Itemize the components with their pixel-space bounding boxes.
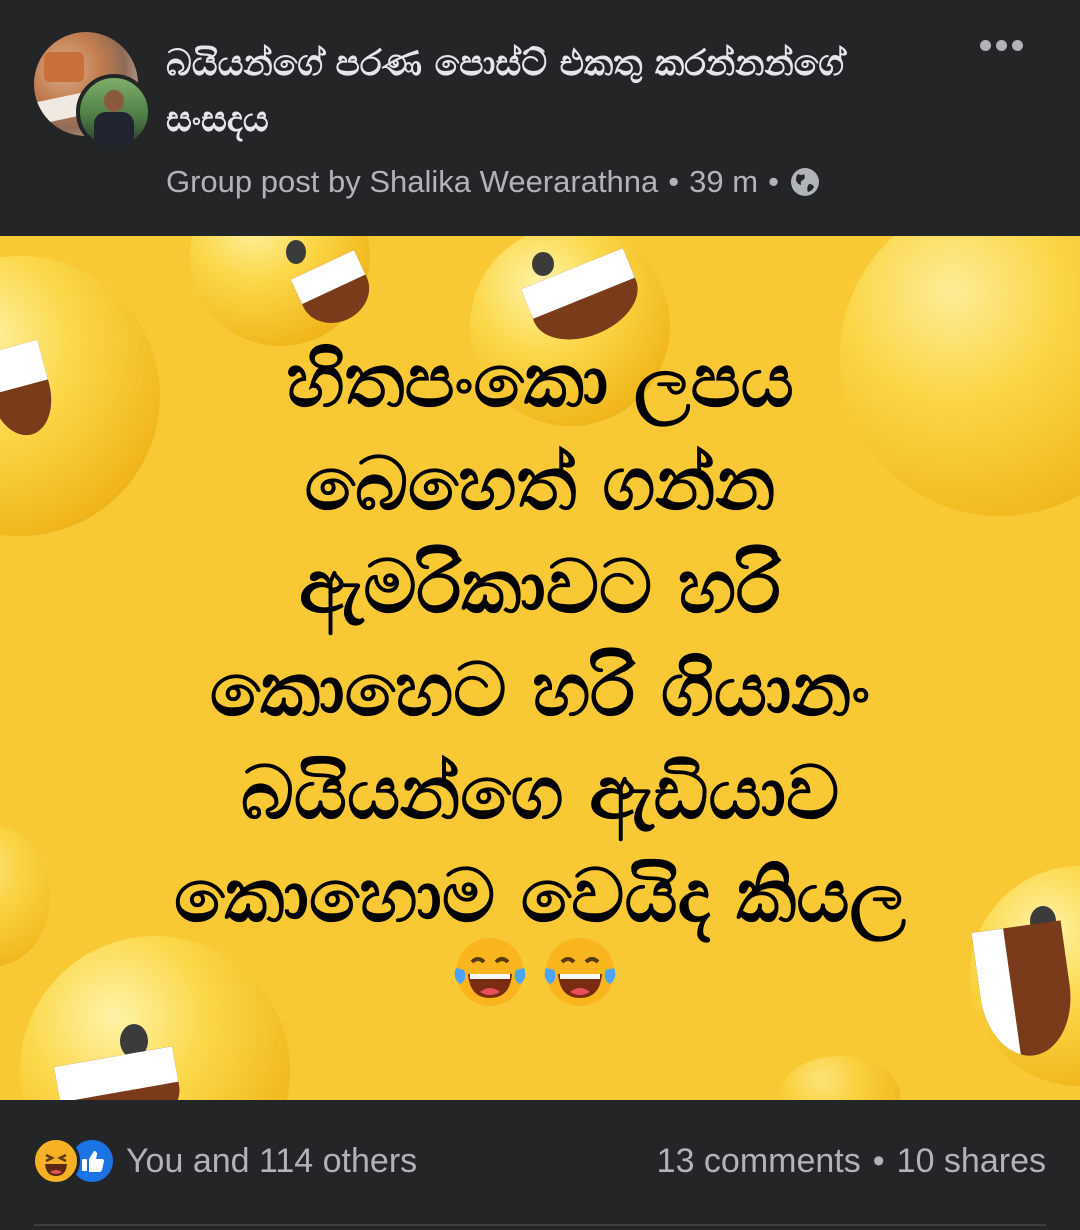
meta-separator: • [768, 164, 779, 199]
post-text-line: බෙහෙත් ගන්න [304, 441, 776, 527]
face-with-tears-of-joy-icon [454, 938, 526, 1006]
author-name-link[interactable]: Shalika Weerarathna [369, 160, 658, 204]
reactions-text: You and 114 others [126, 1141, 418, 1180]
post-text-line: හිතපංකො ලපය [286, 338, 794, 424]
post-text-line: ඇමරිකාවට හරි [299, 544, 781, 630]
stats-separator: • [872, 1141, 885, 1180]
post-meta: Group post by Shalika Weerarathna • 39 m… [166, 160, 821, 204]
group-name-link[interactable]: බයියන්ගේ පරණ පොස්ට් එකතු කරන්නන්ගේ සංසදය [166, 36, 926, 148]
background-laughing-face-icon [0, 826, 50, 966]
background-laughing-face-icon [780, 1056, 900, 1100]
post-image[interactable]: හිතපංකො ලපය බෙහෙත් ගන්න ඇමරිකාවට හරි කොහ… [0, 236, 1080, 1100]
comments-count-link[interactable]: 13 comments [657, 1142, 861, 1181]
group-avatar-detail [44, 52, 84, 82]
author-avatar-detail [94, 112, 134, 146]
post-text-line: කොහෙට හරි ගියානං [209, 647, 871, 733]
post-text-line: බයියන්ගෙ ඇඩියාව [240, 750, 840, 836]
face-with-tears-of-joy-icon [544, 938, 616, 1006]
meta-separator: • [668, 164, 680, 199]
globe-icon[interactable] [789, 166, 821, 198]
post-header: බයියන්ගේ පරණ පොස්ට් එකතු කරන්නන්ගේ සංසදය… [0, 0, 1080, 236]
more-options-icon[interactable] [980, 36, 1032, 66]
post-text: හිතපංකො ලපය බෙහෙත් ගන්න ඇමරිකාවට හරි කොහ… [90, 330, 990, 948]
author-avatar[interactable] [76, 74, 152, 150]
emoji-row [450, 932, 630, 1016]
post-footer: You and 114 others 13 comments • 10 shar… [0, 1100, 1080, 1230]
meta-prefix: Group post by [166, 164, 361, 199]
reactions-summary[interactable]: You and 114 others [32, 1136, 417, 1186]
post-stats: 13 comments • 10 shares [657, 1136, 1046, 1186]
background-laughing-face-icon [20, 936, 290, 1100]
post-time-link[interactable]: 39 m [689, 160, 758, 204]
shares-count-link[interactable]: 10 shares [897, 1142, 1046, 1181]
footer-divider [34, 1224, 1046, 1226]
author-avatar-detail [104, 90, 124, 112]
haha-icon [32, 1137, 80, 1185]
